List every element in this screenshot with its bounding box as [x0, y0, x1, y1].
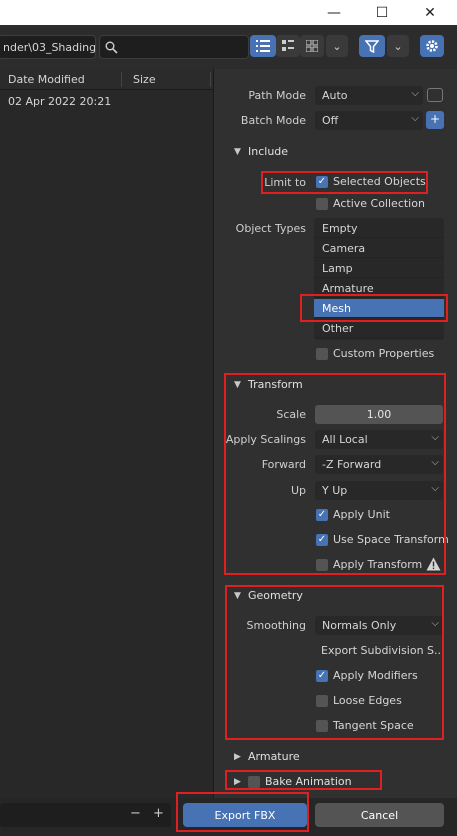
chevron-right-icon: ▶: [234, 751, 241, 762]
pack-resources-icon[interactable]: [427, 88, 443, 102]
path-mode-value: Auto: [322, 89, 348, 102]
thumbnail-large-icon: [306, 40, 318, 52]
thumbnail-small-button[interactable]: [276, 35, 300, 57]
file-list-header: Date Modified Size: [0, 69, 213, 90]
object-type-camera[interactable]: Camera: [314, 239, 444, 258]
checkbox-empty-icon: [316, 197, 328, 210]
file-list-pane: [0, 69, 213, 798]
annotation-highlight-mesh: [300, 294, 448, 322]
object-types-label: Object Types: [235, 222, 306, 235]
path-mode-label: Path Mode: [248, 89, 306, 102]
annotation-highlight-limit-to: [261, 171, 428, 194]
cancel-button[interactable]: Cancel: [315, 803, 444, 827]
armature-title: Armature: [248, 750, 300, 763]
file-row-date[interactable]: 02 Apr 2022 20:21: [8, 95, 111, 108]
annotation-highlight-bake-animation: [225, 770, 382, 790]
increment-button[interactable]: +: [153, 806, 164, 821]
filename-input[interactable]: [0, 803, 171, 827]
column-date-modified[interactable]: Date Modified: [8, 73, 85, 86]
search-input[interactable]: [99, 35, 249, 59]
gear-icon: [426, 40, 438, 52]
chevron-down-icon: ⌵: [411, 88, 419, 99]
decrement-button[interactable]: −: [130, 806, 141, 821]
annotation-highlight-geometry: [225, 585, 444, 740]
active-collection-label: Active Collection: [333, 197, 425, 210]
path-mode-dropdown[interactable]: Auto ⌵: [315, 86, 423, 105]
settings-toggle-button[interactable]: [420, 35, 444, 57]
object-type-lamp[interactable]: Lamp: [314, 259, 444, 278]
annotation-highlight-transform: [224, 373, 446, 575]
add-folder-icon[interactable]: +: [426, 111, 444, 129]
chevron-down-icon: ▼: [234, 146, 241, 157]
filter-dropdown[interactable]: ⌄: [387, 35, 409, 57]
display-mode-dropdown[interactable]: ⌄: [326, 35, 348, 57]
close-button[interactable]: ✕: [414, 0, 446, 25]
object-type-empty[interactable]: Empty: [314, 219, 444, 238]
include-title: Include: [248, 145, 289, 158]
custom-properties-checkbox[interactable]: Custom Properties: [316, 347, 434, 360]
annotation-highlight-export-fbx: [176, 792, 309, 832]
list-view-button[interactable]: [250, 35, 276, 57]
column-divider[interactable]: [210, 72, 211, 87]
window-title-bar: — ☐ ✕: [0, 0, 457, 25]
armature-section-header[interactable]: ▶ Armature: [234, 750, 300, 763]
chevron-down-icon: ⌄: [393, 39, 403, 53]
maximize-button[interactable]: ☐: [366, 0, 398, 25]
chevron-down-icon: ⌄: [332, 39, 342, 53]
batch-mode-value: Off: [322, 114, 339, 127]
include-section-header[interactable]: ▼ Include: [234, 145, 288, 158]
column-divider[interactable]: [121, 72, 122, 87]
batch-mode-dropdown[interactable]: Off ⌵: [315, 111, 423, 130]
directory-path-text: nder\03_Shading\: [3, 40, 96, 54]
list-view-icon: [256, 40, 270, 52]
active-collection-checkbox[interactable]: Active Collection: [316, 197, 425, 210]
thumbnail-large-button[interactable]: [300, 35, 324, 57]
custom-properties-label: Custom Properties: [333, 347, 435, 360]
filter-toggle-button[interactable]: [359, 35, 385, 57]
search-icon: [105, 41, 118, 54]
column-size[interactable]: Size: [133, 73, 156, 86]
directory-path-field[interactable]: nder\03_Shading\: [0, 35, 96, 59]
checkbox-empty-icon: [316, 347, 328, 360]
chevron-down-icon: ⌵: [411, 113, 419, 124]
minimize-button[interactable]: —: [318, 0, 350, 25]
batch-mode-label: Batch Mode: [240, 114, 306, 127]
toolbar: nder\03_Shading\ ⌄ ⌄: [0, 25, 457, 69]
filter-icon: [365, 39, 379, 53]
thumbnail-small-icon: [282, 40, 294, 51]
